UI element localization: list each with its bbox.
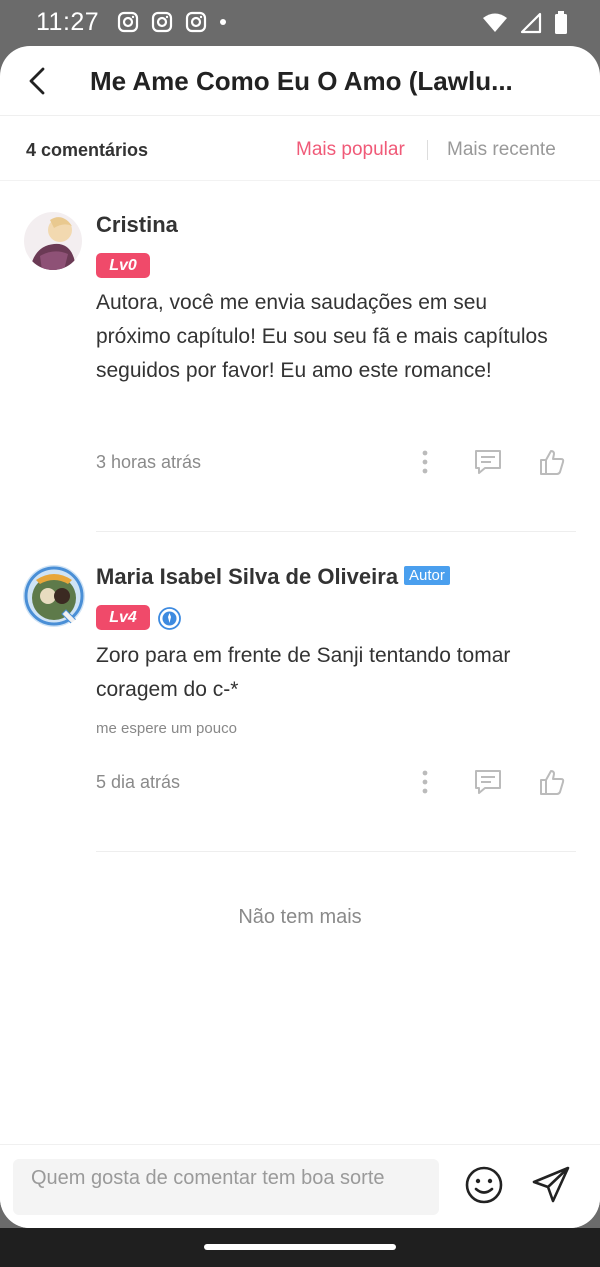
- comment-separator: [96, 851, 576, 852]
- verified-icon: [158, 607, 181, 630]
- send-button[interactable]: [530, 1165, 572, 1205]
- send-icon: [532, 1166, 570, 1203]
- more-vertical-icon: [422, 450, 428, 474]
- notification-icons: [117, 11, 227, 33]
- comment-time: 5 dia atrás: [96, 772, 181, 792]
- more-vertical-icon: [422, 770, 428, 794]
- dot-icon: [220, 19, 226, 25]
- sort-popular-tab[interactable]: Mais popular: [296, 139, 405, 161]
- comments-sheet: Me Ame Como Eu O Amo (Lawlu... 4 comentá…: [0, 46, 600, 1228]
- navigation-bar: [0, 1228, 600, 1267]
- status-time: 11:27: [36, 8, 100, 36]
- sort-recent-tab[interactable]: Mais recente: [447, 139, 556, 161]
- reply-icon: [475, 450, 501, 474]
- instagram-icon: [185, 11, 207, 33]
- header: Me Ame Como Eu O Amo (Lawlu...: [0, 46, 600, 116]
- comment-count: 4 comentários: [26, 140, 149, 160]
- comment-note: me espere um pouco: [96, 720, 237, 737]
- reply-button[interactable]: [471, 765, 505, 799]
- instagram-icon: [151, 11, 173, 33]
- reply-button[interactable]: [471, 445, 505, 479]
- wifi-icon: [483, 13, 507, 32]
- level-badge: Lv4: [96, 605, 150, 630]
- emoji-icon: [465, 1166, 503, 1204]
- home-indicator[interactable]: [204, 1244, 396, 1250]
- reply-icon: [475, 770, 501, 794]
- back-arrow-icon: [29, 67, 45, 95]
- avatar-image: [23, 565, 85, 627]
- end-of-list-message: Não tem mais: [238, 906, 362, 928]
- signal-icon: [520, 12, 542, 34]
- like-button[interactable]: [535, 765, 569, 799]
- more-options-button[interactable]: [408, 765, 442, 799]
- author-tag: Autor: [404, 566, 450, 585]
- comment-text: Zoro para em frente de Sanji tentando to…: [96, 644, 511, 701]
- battery-icon: [555, 11, 567, 34]
- system-icons: [482, 11, 568, 35]
- sort-bar: 4 comentários Mais popular Mais recente: [0, 116, 600, 181]
- username[interactable]: Cristina: [96, 212, 178, 238]
- level-badge: Lv0: [96, 253, 150, 278]
- avatar[interactable]: [24, 212, 82, 270]
- comment-text: Autora, você me envia saudações em seu p…: [96, 291, 548, 382]
- username[interactable]: Maria Isabel Silva de Oliveira: [96, 564, 398, 590]
- like-button[interactable]: [535, 445, 569, 479]
- emoji-button[interactable]: [464, 1165, 504, 1205]
- avatar-image: [24, 212, 82, 270]
- comment-input[interactable]: [13, 1159, 439, 1215]
- status-bar: 11:27: [0, 0, 600, 46]
- instagram-icon: [117, 11, 139, 33]
- thumbs-up-icon: [540, 450, 565, 475]
- comment-time: 3 horas atrás: [96, 452, 202, 472]
- comment-separator: [96, 531, 576, 532]
- avatar[interactable]: [22, 564, 86, 628]
- thumbs-up-icon: [540, 770, 565, 795]
- comment-input-bar: [0, 1144, 600, 1228]
- more-options-button[interactable]: [408, 445, 442, 479]
- page-title: Me Ame Como Eu O Amo (Lawlu...: [90, 66, 513, 96]
- back-button[interactable]: [22, 64, 52, 98]
- sort-divider: [427, 140, 428, 160]
